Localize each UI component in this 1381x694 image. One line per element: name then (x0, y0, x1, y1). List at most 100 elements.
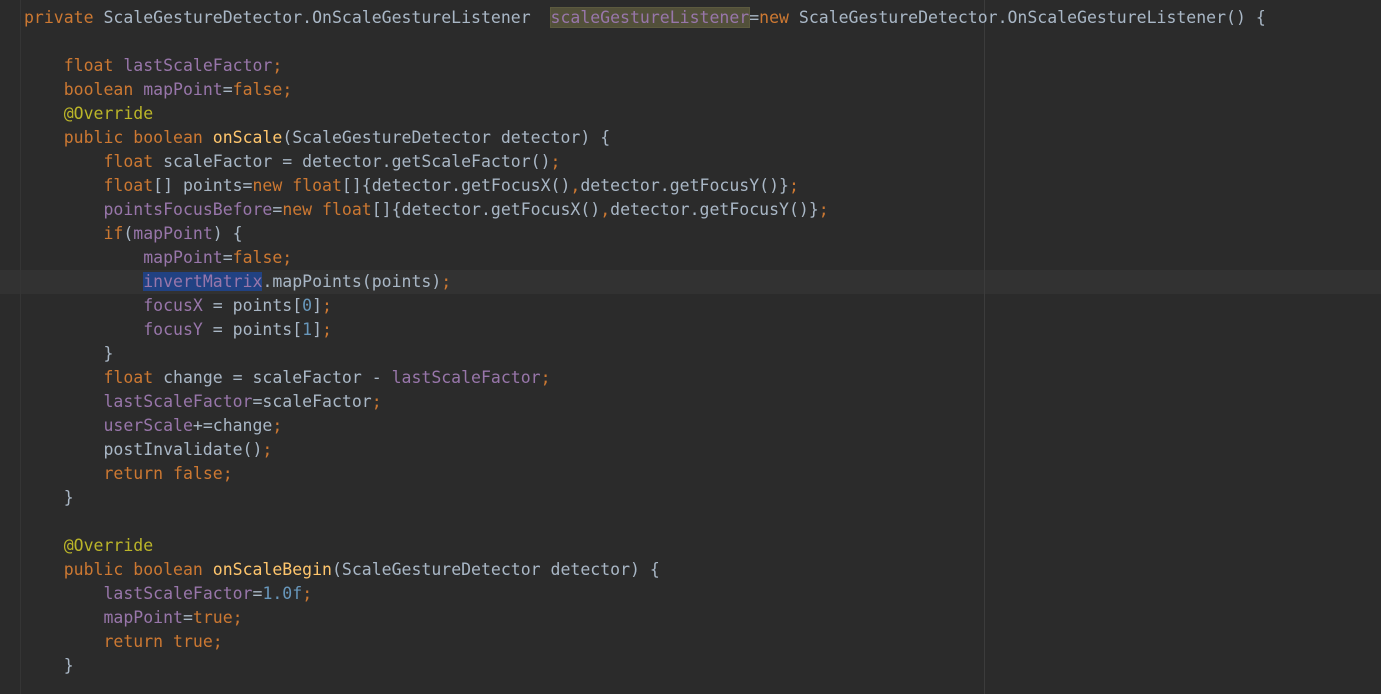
code-token: ; (322, 296, 332, 315)
code-token: new float (282, 200, 372, 219)
code-line[interactable]: } (24, 654, 74, 678)
code-line[interactable]: public boolean onScaleBegin(ScaleGesture… (24, 558, 660, 582)
code-token: return false; (103, 464, 233, 483)
right-margin-guide (984, 0, 985, 694)
code-line[interactable]: boolean mapPoint=false; (24, 78, 293, 102)
code-token: scaleGestureListener (549, 7, 751, 28)
code-token: []{detector.getFocusX() (371, 200, 601, 219)
code-token: false; (232, 80, 293, 99)
code-token: mapPoint (103, 608, 183, 627)
code-token: change = scaleFactor - (163, 368, 392, 387)
code-token: lastScaleFactor (103, 392, 253, 411)
code-token: ; (272, 56, 283, 75)
code-line[interactable]: @Override (24, 534, 153, 558)
code-token: focusY (143, 320, 213, 339)
code-token: ] (312, 296, 323, 315)
code-line[interactable]: @Override (24, 102, 153, 126)
code-token: []{detector.getFocusX() (341, 176, 571, 195)
code-line[interactable]: float change = scaleFactor - lastScaleFa… (24, 366, 551, 390)
code-token: float (103, 368, 164, 387)
code-token: ; (540, 368, 551, 387)
code-token: pointsFocusBefore (103, 200, 273, 219)
code-token: = (222, 248, 233, 267)
code-token: lastScaleFactor (391, 368, 541, 387)
code-line[interactable]: lastScaleFactor=scaleFactor; (24, 390, 381, 414)
code-line[interactable]: focusY = points[1]; (24, 318, 332, 342)
code-token: float (103, 176, 154, 195)
code-line[interactable]: public boolean onScale(ScaleGestureDetec… (24, 126, 610, 150)
code-line[interactable]: float[] points=new float[]{detector.getF… (24, 174, 799, 198)
code-token: = points[ (212, 320, 303, 339)
code-token: ; (322, 320, 332, 339)
code-token: userScale (103, 416, 193, 435)
code-line[interactable]: focusX = points[0]; (24, 294, 332, 318)
code-token: detector.getFocusY()} (580, 176, 789, 195)
code-token: .mapPoints(points) (262, 272, 442, 291)
code-token: mapPoint (143, 80, 223, 99)
code-token: = (749, 8, 760, 27)
code-token: false; (232, 248, 293, 267)
code-token: ; (550, 152, 561, 171)
code-token: ; (788, 176, 799, 195)
code-token: @Override (63, 104, 154, 123)
code-token: lastScaleFactor (103, 584, 253, 603)
code-token: 1 (302, 320, 313, 339)
code-token: ; (302, 584, 313, 603)
code-token: 0 (302, 296, 313, 315)
code-line[interactable]: return false; (24, 462, 233, 486)
code-line[interactable]: userScale+=change; (24, 414, 282, 438)
code-token: = (252, 584, 263, 603)
code-line[interactable]: lastScaleFactor=1.0f; (24, 582, 312, 606)
code-token: true; (192, 608, 243, 627)
code-line[interactable]: return true; (24, 630, 223, 654)
code-token: float (103, 152, 164, 171)
code-token: (ScaleGestureDetector detector) { (331, 560, 660, 579)
code-token: invertMatrix (143, 272, 263, 291)
code-token: = (272, 200, 283, 219)
code-line[interactable]: float lastScaleFactor; (24, 54, 283, 78)
code-token: return true; (103, 632, 223, 651)
code-line[interactable]: float scaleFactor = detector.getScaleFac… (24, 150, 560, 174)
code-line[interactable]: postInvalidate(); (24, 438, 272, 462)
code-token: ; (441, 272, 452, 291)
code-token: @Override (63, 536, 154, 555)
code-token: if (103, 224, 124, 243)
code-token: = points[ (212, 296, 303, 315)
code-editor[interactable]: private ScaleGestureDetector.OnScaleGest… (0, 0, 1381, 694)
code-line[interactable]: if(mapPoint) { (24, 222, 242, 246)
code-token: = (222, 80, 233, 99)
code-token: 1.0f (262, 584, 303, 603)
code-token: onScale (212, 128, 283, 147)
code-line[interactable]: } (24, 486, 74, 510)
code-line[interactable]: } (24, 342, 113, 366)
code-token: = (182, 608, 193, 627)
code-line[interactable]: invertMatrix.mapPoints(points); (24, 270, 451, 294)
code-token: ] (312, 320, 323, 339)
code-token: postInvalidate() (24, 440, 263, 459)
code-line[interactable]: mapPoint=false; (24, 246, 292, 270)
code-line[interactable]: private ScaleGestureDetector.OnScaleGest… (24, 6, 1266, 30)
code-token: ScaleGestureDetector.OnScaleGestureListe… (798, 8, 1266, 27)
code-token: ( (123, 224, 134, 243)
code-line[interactable]: mapPoint=true; (24, 606, 243, 630)
code-token: ; (272, 416, 283, 435)
code-line[interactable]: pointsFocusBefore=new float[]{detector.g… (24, 198, 828, 222)
code-token: } (24, 344, 114, 363)
code-token: ; (262, 440, 273, 459)
